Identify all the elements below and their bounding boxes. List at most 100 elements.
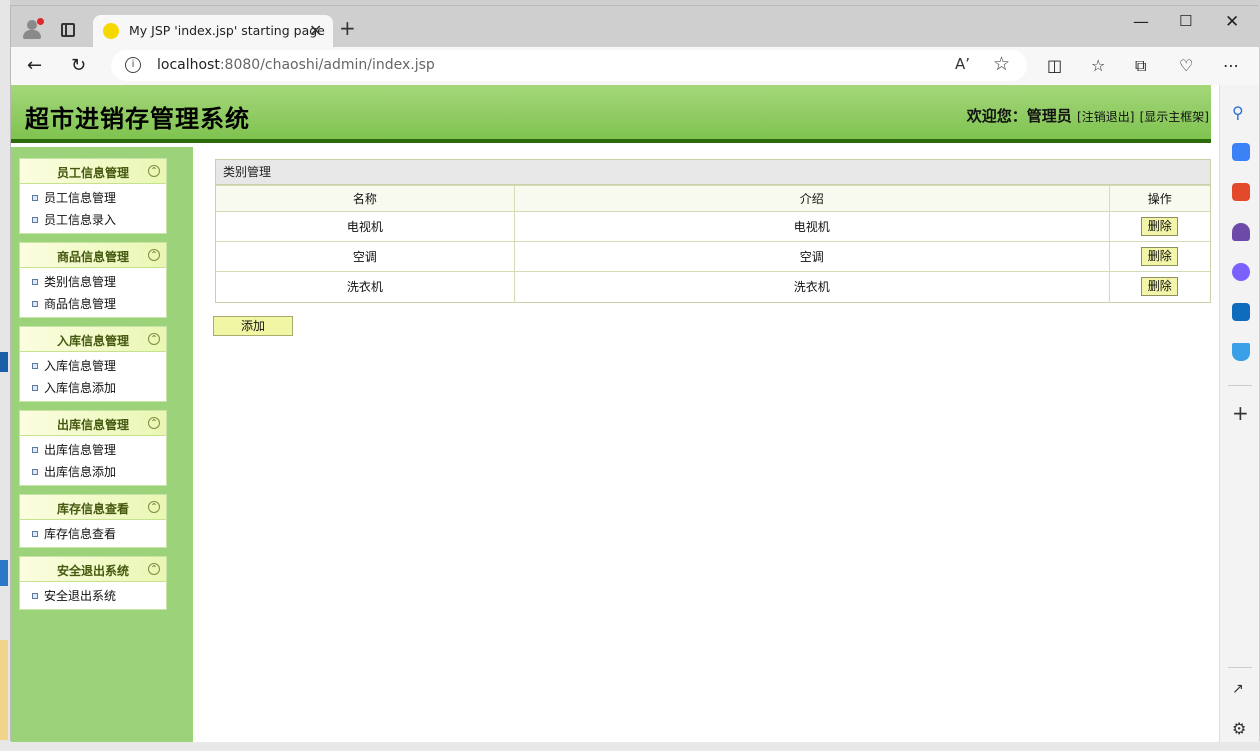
minimize-icon[interactable]: — [1133,12,1149,31]
office-icon[interactable] [1232,263,1250,281]
sidebar-item[interactable]: 商品信息管理 [20,293,166,315]
sidebar-item[interactable]: 入库信息管理 [20,355,166,377]
desktop-background-strip [0,0,10,751]
table-header-row: 名称 介绍 操作 [216,185,1210,212]
site-info-icon[interactable]: i [125,57,141,73]
settings-gear-icon[interactable]: ⚙ [1232,719,1250,738]
sidebar-group-goods: 商品信息管理 ⌃ 类别信息管理 商品信息管理 [19,242,167,318]
collapse-icon[interactable]: ⌃ [148,563,160,575]
tab-favicon-icon [103,23,119,39]
sidebar-group-header[interactable]: 入库信息管理 ⌃ [20,327,166,352]
delete-button[interactable]: 删除 [1141,277,1179,297]
delete-button[interactable]: 删除 [1141,217,1179,236]
logout-link[interactable]: [注销退出] [1077,110,1134,124]
new-tab-icon[interactable]: + [339,16,356,40]
bullet-icon [32,217,38,223]
main-content: 类别管理 名称 介绍 操作 电视机 电视机 删除 空调 空调 删除 洗衣机 洗衣… [203,147,1211,742]
browser-toolbar: ← ↻ i localhost:8080/chaoshi/admin/index… [11,47,1259,85]
collapse-icon[interactable]: ⌃ [148,501,160,513]
tools-icon[interactable] [1232,183,1250,201]
split-screen-icon[interactable]: ◫ [1047,56,1062,75]
browser-tab[interactable]: My JSP 'index.jsp' starting page ✕ [93,15,333,47]
url-text[interactable]: localhost:8080/chaoshi/admin/index.jsp [157,57,435,73]
column-header-name: 名称 [216,185,515,212]
bullet-icon [32,385,38,391]
sidebar-group-header[interactable]: 出库信息管理 ⌃ [20,411,166,436]
sidebar-item[interactable]: 员工信息录入 [20,209,166,231]
welcome-label: 欢迎您：管理员 [966,107,1072,125]
delete-button[interactable]: 删除 [1141,247,1179,266]
edge-sidebar: ⚲ + ↗ ⚙ [1219,85,1259,742]
cell-name: 电视机 [216,211,515,242]
add-button[interactable]: 添加 [213,316,293,336]
favorites-icon[interactable]: ☆ [1091,56,1105,75]
collapse-icon[interactable]: ⌃ [148,417,160,429]
tab-actions-icon[interactable] [61,23,75,37]
desktop-icon-fragment [0,640,8,740]
cell-action: 删除 [1108,241,1210,272]
sidebar-group-header[interactable]: 商品信息管理 ⌃ [20,243,166,268]
sidebar-group-header[interactable]: 库存信息查看 ⌃ [20,495,166,520]
bullet-icon [32,531,38,537]
cell-intro: 洗衣机 [513,271,1110,302]
profile-icon[interactable] [21,18,44,40]
search-icon[interactable]: ⚲ [1232,103,1250,122]
table-row: 洗衣机 洗衣机 删除 [216,271,1210,302]
add-sidebar-app-icon[interactable]: + [1232,401,1249,425]
more-menu-icon[interactable]: ⋯ [1223,56,1239,75]
cell-name: 洗衣机 [216,271,515,302]
sidebar-group-employee: 员工信息管理 ⌃ 员工信息管理 员工信息录入 [19,158,167,234]
sidebar-group-stock-in: 入库信息管理 ⌃ 入库信息管理 入库信息添加 [19,326,167,402]
page-header: 超市进销存管理系统 欢迎您：管理员 [注销退出] [显示主框架] [11,85,1211,143]
favorite-star-icon[interactable]: ☆ [993,53,1010,75]
sidebar-group-header[interactable]: 安全退出系统 ⌃ [20,557,166,582]
category-panel: 类别管理 名称 介绍 操作 电视机 电视机 删除 空调 空调 删除 洗衣机 洗衣… [215,159,1211,303]
close-window-icon[interactable]: ✕ [1225,12,1239,32]
bullet-icon [32,447,38,453]
tab-strip: My JSP 'index.jsp' starting page ✕ + — ☐… [11,6,1259,47]
cell-action: 删除 [1108,211,1210,242]
sidebar-item[interactable]: 出库信息管理 [20,439,166,461]
bullet-icon [32,363,38,369]
sidebar-item[interactable]: 库存信息查看 [20,523,166,545]
cell-name: 空调 [216,241,515,272]
column-header-action: 操作 [1108,185,1210,212]
bullet-icon [32,195,38,201]
open-external-icon[interactable]: ↗ [1232,681,1250,699]
outlook-icon[interactable] [1232,303,1250,321]
sidebar-group-header[interactable]: 员工信息管理 ⌃ [20,159,166,184]
browser-essentials-icon[interactable]: ♡ [1179,56,1193,75]
table-row: 电视机 电视机 删除 [216,211,1210,242]
close-tab-icon[interactable]: ✕ [309,21,322,40]
sidebar-item[interactable]: 入库信息添加 [20,377,166,399]
cell-action: 删除 [1108,271,1210,302]
maximize-icon[interactable]: ☐ [1179,12,1192,30]
sidebar-item[interactable]: 员工信息管理 [20,187,166,209]
desktop-icon-fragment [0,560,8,586]
show-main-frame-link[interactable]: [显示主框架] [1140,110,1209,124]
collections-icon[interactable]: ⧉ [1135,56,1146,76]
drop-icon[interactable] [1232,343,1250,361]
read-aloud-icon[interactable]: Aʼ [955,55,970,73]
collapse-icon[interactable]: ⌃ [148,333,160,345]
bullet-icon [32,593,38,599]
taskbar-strip [0,741,1260,751]
page-viewport: 超市进销存管理系统 欢迎您：管理员 [注销退出] [显示主框架] 员工信息管理 … [11,85,1219,742]
collapse-icon[interactable]: ⌃ [148,165,160,177]
sidebar-item[interactable]: 出库信息添加 [20,461,166,483]
column-header-intro: 介绍 [513,185,1110,212]
sidebar-item[interactable]: 类别信息管理 [20,271,166,293]
address-bar[interactable]: i localhost:8080/chaoshi/admin/index.jsp… [111,50,1027,81]
bullet-icon [32,301,38,307]
games-icon[interactable] [1232,223,1250,241]
back-icon[interactable]: ← [27,55,42,76]
sidebar-group-inventory: 库存信息查看 ⌃ 库存信息查看 [19,494,167,548]
refresh-icon[interactable]: ↻ [71,55,86,76]
cell-intro: 空调 [513,241,1110,272]
sidebar-group-stock-out: 出库信息管理 ⌃ 出库信息管理 出库信息添加 [19,410,167,486]
panel-title: 类别管理 [216,160,1210,185]
sidebar-item[interactable]: 安全退出系统 [20,585,166,607]
bullet-icon [32,469,38,475]
collapse-icon[interactable]: ⌃ [148,249,160,261]
shopping-icon[interactable] [1232,143,1250,161]
